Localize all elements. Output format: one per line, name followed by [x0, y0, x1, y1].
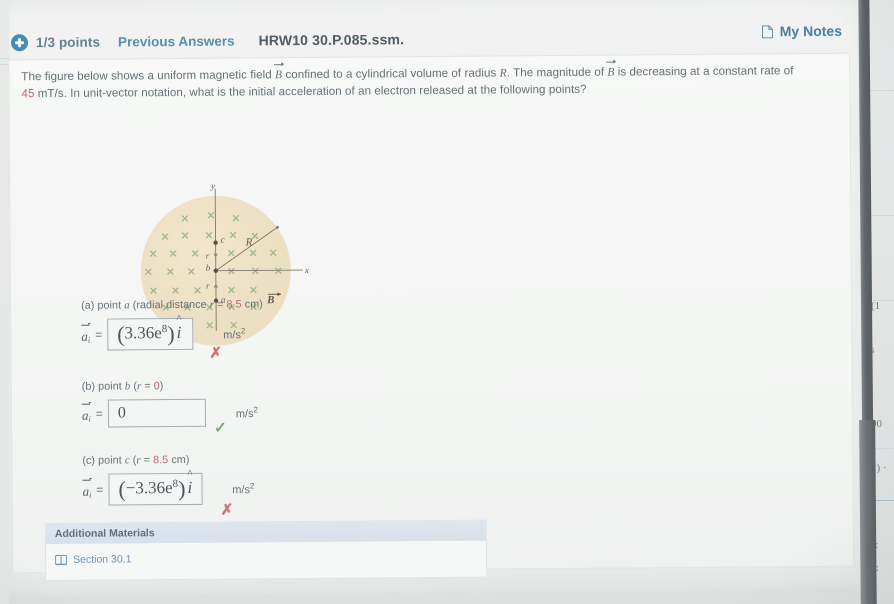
question-line2: mT/s. In unit-vector notation, what is t… — [34, 82, 587, 101]
part-a-r-value: 8.5 — [226, 298, 242, 311]
part-a-coefficient: 3.36e — [124, 323, 162, 343]
part-a-answer-input[interactable]: (3.36e8)i — [107, 317, 194, 351]
figure-y-axis-label: y — [211, 180, 216, 191]
part-c-close-paren: ) — [178, 475, 186, 502]
part-c-prompt-post: cm) — [168, 453, 190, 467]
part-c-units-exp: 2 — [249, 481, 255, 491]
part-b-equals: = — [95, 406, 103, 421]
part-b: (b) point b (r = 0) ai = 0 m/s2 ✓ — [12, 378, 432, 437]
additional-materials-panel: Additional Materials Section 30.1 — [44, 519, 488, 582]
figure-radius-label: R — [245, 236, 253, 249]
part-b-answer-input[interactable]: 0 — [107, 398, 206, 428]
part-a-units-text: m/s — [223, 328, 241, 341]
part-a-units: m/s2 — [223, 326, 245, 341]
points-label: 1/3 points — [35, 34, 101, 50]
figure-r-upper-label: r — [205, 250, 210, 261]
book-icon — [55, 554, 68, 565]
monitor-bezel-lower — [859, 419, 877, 604]
radius-endpoint-dot — [276, 225, 279, 229]
part-c-units: m/s2 — [232, 481, 254, 496]
part-c-answer-input[interactable]: (−3.36e8)i — [108, 472, 203, 506]
point-b-dot — [213, 268, 219, 273]
part-a-answer-symbol: ai — [81, 324, 91, 345]
part-c: (c) point c (r = 8.5 cm) ai = (−3.36e8)i… — [12, 452, 432, 519]
part-c-r-value: 8.5 — [153, 454, 169, 467]
part-b-status-badge: ✓ — [213, 419, 227, 437]
part-c-prompt-pre: (c) point — [82, 454, 125, 467]
part-a-symbol-sub: i — [87, 334, 91, 345]
part-a-prompt-post: cm) — [241, 298, 263, 311]
question-line1b: confined to a cylindrical volume of radi… — [282, 66, 500, 82]
part-b-units: m/s2 — [236, 405, 258, 420]
part-b-prompt-post: ) — [159, 380, 164, 393]
document-icon — [761, 24, 773, 38]
part-a-prompt-mid: (radial distance — [129, 298, 210, 312]
figure-x-axis-label: x — [304, 264, 309, 276]
radius-line — [215, 226, 278, 272]
part-a-answer-row: ai = (3.36e8)i m/s2 ✗ — [81, 316, 431, 362]
part-c-answer-math: (−3.36e8)i — [118, 475, 192, 502]
part-c-eq: = — [140, 454, 154, 467]
part-b-answer-symbol: ai — [81, 403, 91, 424]
figure-point-b-label: b — [205, 262, 211, 273]
part-b-prompt: (b) point b (r = 0) — [82, 378, 432, 393]
my-notes-label: My Notes — [779, 22, 843, 40]
part-a-status-badge: ✗ — [209, 344, 223, 362]
figure-point-c-label: c — [220, 234, 225, 245]
part-b-answer-row: ai = 0 m/s2 ✓ — [81, 397, 432, 437]
part-b-symbol-sub: i — [88, 413, 91, 424]
part-a: (a) point a (radial distance r = 8.5 cm)… — [11, 297, 431, 362]
part-c-status-badge: ✗ — [220, 501, 234, 519]
rate-value: 45 — [21, 87, 35, 101]
part-c-answer-symbol: ai — [82, 479, 92, 500]
additional-materials-body: Section 30.1 — [46, 541, 486, 580]
browser-page: 1/3 points Previous Answers HRW10 30.P.0… — [0, 0, 875, 598]
part-c-units-text: m/s — [232, 483, 250, 496]
part-a-answer-math: (3.36e8)i — [117, 321, 182, 346]
previous-answers-link[interactable]: Previous Answers — [118, 33, 235, 49]
b-vector-arrowhead — [277, 292, 281, 297]
part-b-prompt-pre: (b) point — [81, 380, 125, 393]
part-a-units-exp: 2 — [240, 326, 246, 336]
point-c-dot — [213, 240, 218, 245]
left-edge-strip — [0, 0, 9, 604]
part-c-i-hat: i — [185, 478, 192, 497]
section-link[interactable]: Section 30.1 — [73, 553, 131, 565]
question-text: The figure below shows a uniform magneti… — [21, 62, 839, 102]
part-a-equals: = — [95, 327, 103, 342]
part-b-units-exp: 2 — [253, 405, 259, 415]
part-c-coefficient: −3.36e — [125, 478, 173, 498]
part-c-answer-row: ai = (−3.36e8)i m/s2 ✗ — [82, 471, 432, 519]
question-card: The figure below shows a uniform magneti… — [8, 52, 855, 582]
part-a-prompt-pre: (a) point — [81, 299, 125, 312]
part-b-units-text: m/s — [235, 407, 254, 420]
question-line1c: . The magnitude of — [506, 65, 608, 80]
plus-circle-icon[interactable] — [10, 33, 29, 51]
part-a-i-hat: i — [175, 323, 182, 342]
vector-b-symbol-2: B — [607, 65, 615, 79]
part-b-eq: = — [141, 380, 154, 393]
question-code: HRW10 30.P.085.ssm. — [258, 31, 405, 49]
part-a-eq: = — [213, 298, 227, 311]
bg-fragment-0: (1 — [871, 300, 881, 312]
part-a-prompt: (a) point a (radial distance r = 8.5 cm) — [81, 297, 431, 312]
part-b-answer-value: 0 — [117, 404, 126, 422]
part-c-prompt: (c) point c (r = 8.5 cm) — [82, 452, 432, 467]
x-axis — [215, 269, 303, 272]
part-c-equals: = — [96, 482, 104, 497]
vector-b-symbol: B — [274, 68, 283, 82]
question-line1a: The figure below shows a uniform magneti… — [21, 68, 276, 84]
figure-r-lower-label: r — [205, 280, 210, 291]
question-line1d: is decreasing at a constant rate of — [614, 64, 794, 79]
my-notes-button[interactable]: My Notes — [761, 22, 843, 40]
part-c-symbol-sub: i — [89, 489, 92, 500]
